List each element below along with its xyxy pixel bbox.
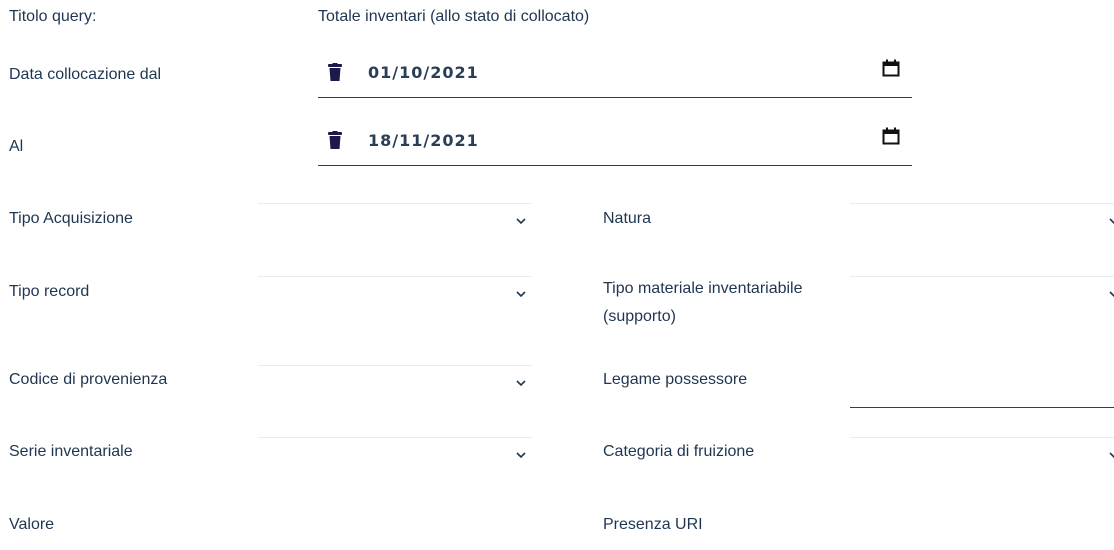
date-from-value[interactable]: 01/10/2021 (368, 63, 479, 82)
valore-label: Valore (9, 516, 55, 533)
legame-possessore-label: Legame possessore (603, 371, 748, 388)
chevron-down-icon (1109, 452, 1114, 459)
categoria-fruizione-select[interactable] (850, 437, 1114, 495)
date-to-value[interactable]: 18/11/2021 (368, 131, 479, 150)
tipo-acquisizione-label: Tipo Acquisizione (9, 210, 133, 227)
serie-inventariale-select[interactable] (258, 437, 532, 495)
chevron-down-icon (1109, 218, 1114, 225)
serie-inventariale-label: Serie inventariale (9, 443, 133, 460)
tipo-materiale-select[interactable] (850, 276, 1114, 334)
query-title-value: Totale inventari (allo stato di collocat… (318, 8, 590, 25)
date-from-label: Data collocazione dal (9, 66, 162, 83)
calendar-icon[interactable] (882, 59, 900, 77)
chevron-down-icon (1109, 291, 1114, 298)
query-title-label: Titolo query: (9, 8, 97, 25)
tipo-record-label: Tipo record (9, 283, 90, 300)
chevron-down-icon (516, 291, 526, 298)
natura-select[interactable] (850, 203, 1114, 261)
categoria-fruizione-label: Categoria di fruizione (603, 443, 755, 460)
codice-provenienza-label: Codice di provenienza (9, 371, 168, 388)
trash-icon[interactable] (328, 63, 342, 81)
trash-icon[interactable] (328, 131, 342, 149)
chevron-down-icon (516, 218, 526, 225)
date-to-label: Al (9, 138, 24, 155)
legame-possessore-input[interactable] (850, 366, 1114, 408)
tipo-record-select[interactable] (258, 276, 532, 334)
tipo-materiale-label: Tipo materiale inventariabile (supporto) (603, 280, 803, 325)
date-from-field[interactable]: 01/10/2021 (318, 54, 912, 98)
chevron-down-icon (516, 452, 526, 459)
date-to-field[interactable]: 18/11/2021 (318, 122, 912, 166)
natura-label: Natura (603, 210, 652, 227)
codice-provenienza-select[interactable] (258, 365, 532, 423)
tipo-acquisizione-select[interactable] (258, 203, 532, 261)
calendar-icon[interactable] (882, 127, 900, 145)
chevron-down-icon (516, 380, 526, 387)
presenza-uri-label: Presenza URI (603, 516, 703, 533)
